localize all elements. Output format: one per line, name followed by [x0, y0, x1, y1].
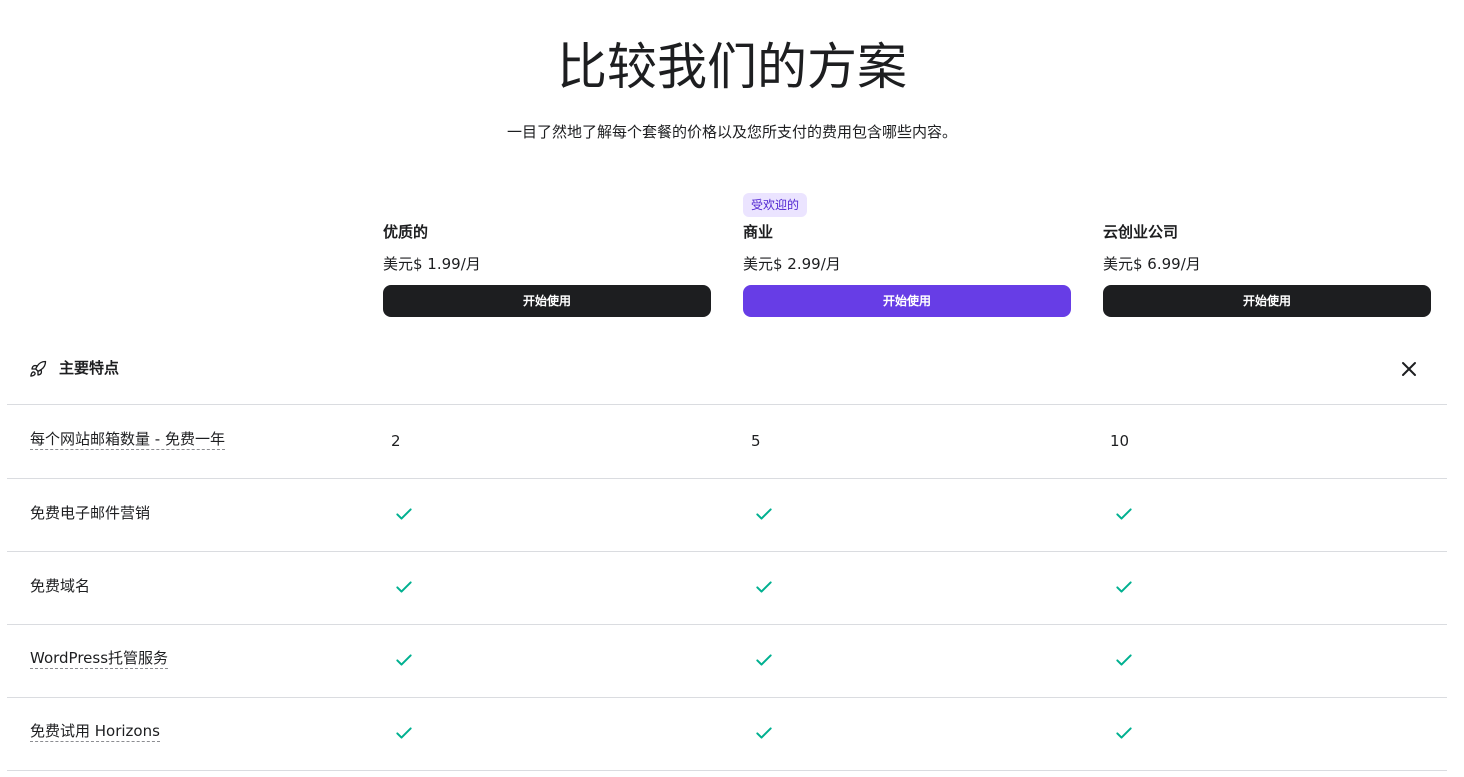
collapse-section-button[interactable] — [1397, 357, 1421, 381]
table-row: 免费电子邮件营销 — [7, 479, 1447, 552]
plan-price: 美元$ 6.99/月 — [1103, 255, 1201, 273]
check-icon — [1116, 581, 1132, 593]
plan-price: 美元$ 2.99/月 — [743, 255, 841, 273]
table-row: 免费试用 Horizons — [7, 698, 1447, 771]
check-icon — [756, 508, 772, 520]
section-title: 主要特点 — [59, 359, 120, 377]
section-header-key-features[interactable]: 主要特点 — [7, 333, 1447, 405]
feature-label: 免费电子邮件营销 — [30, 504, 151, 522]
check-icon — [756, 581, 772, 593]
plan-column-premium: 优质的 美元$ 1.99/月 开始使用 — [383, 190, 711, 320]
close-icon — [1402, 362, 1416, 376]
check-icon — [396, 727, 412, 739]
popular-badge: 受欢迎的 — [743, 193, 808, 217]
feature-label[interactable]: 免费试用 Horizons — [30, 721, 160, 742]
plan-price: 美元$ 1.99/月 — [383, 255, 481, 273]
rocket-icon — [30, 360, 47, 377]
table-row: 免费域名 — [7, 552, 1447, 625]
check-icon — [396, 508, 412, 520]
feature-label[interactable]: 每个网站邮箱数量 - 免费一年 — [30, 429, 225, 450]
plan-column-business: 受欢迎的 商业 美元$ 2.99/月 开始使用 — [743, 190, 1071, 320]
feature-value: 10 — [1110, 432, 1130, 450]
compare-plans-page: 比较我们的方案 一目了然地了解每个套餐的价格以及您所支付的费用包含哪些内容。 优… — [0, 0, 1464, 777]
check-icon — [1116, 727, 1132, 739]
check-icon — [1116, 508, 1132, 520]
check-icon — [396, 581, 412, 593]
plan-column-cloud-startup: 云创业公司 美元$ 6.99/月 开始使用 — [1103, 190, 1431, 320]
plan-name: 商业 — [743, 223, 774, 241]
check-icon — [396, 654, 412, 666]
feature-label: 免费域名 — [30, 577, 91, 595]
get-started-button-business[interactable]: 开始使用 — [743, 285, 1071, 317]
feature-value: 2 — [391, 432, 401, 450]
get-started-button-cloud-startup[interactable]: 开始使用 — [1103, 285, 1431, 317]
plan-name: 云创业公司 — [1103, 223, 1179, 241]
plan-name: 优质的 — [383, 223, 429, 241]
check-icon — [756, 654, 772, 666]
table-row: WordPress托管服务 — [7, 625, 1447, 698]
check-icon — [756, 727, 772, 739]
page-title: 比较我们的方案 — [557, 38, 907, 96]
check-icon — [1116, 654, 1132, 666]
feature-value: 5 — [751, 432, 761, 450]
get-started-button-premium[interactable]: 开始使用 — [383, 285, 711, 317]
feature-table: 每个网站邮箱数量 - 免费一年 2 5 10 免费电子邮件营销 免费域名 Wor… — [7, 406, 1447, 771]
page-subtitle: 一目了然地了解每个套餐的价格以及您所支付的费用包含哪些内容。 — [506, 123, 957, 141]
table-row: 每个网站邮箱数量 - 免费一年 2 5 10 — [7, 406, 1447, 479]
feature-label[interactable]: WordPress托管服务 — [30, 648, 169, 669]
